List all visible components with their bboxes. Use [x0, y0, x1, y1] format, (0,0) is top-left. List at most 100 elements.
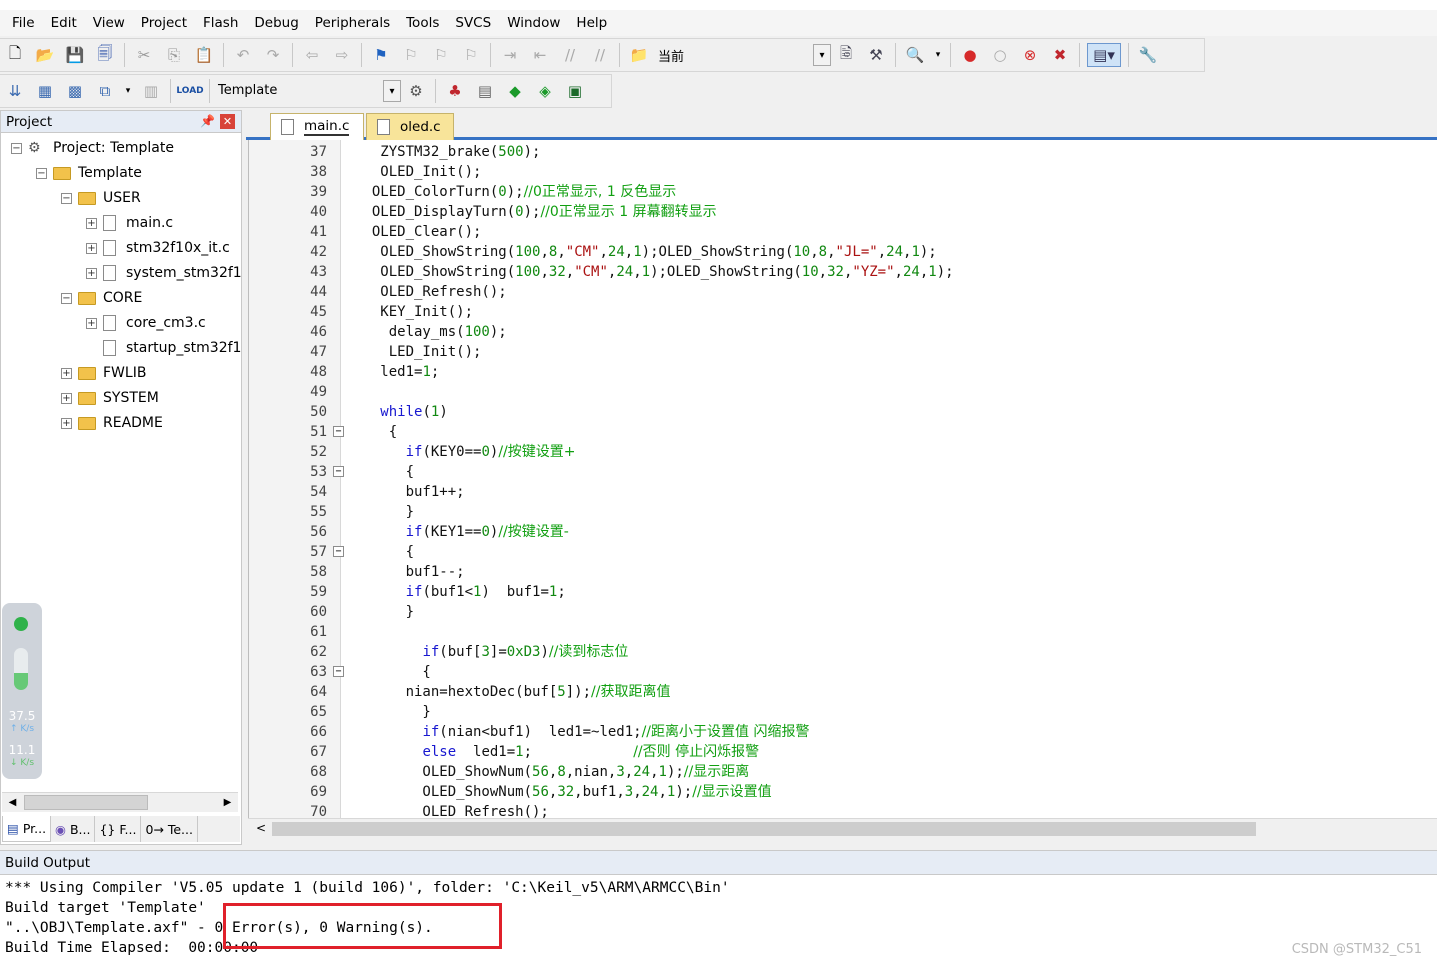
build-output-panel[interactable]: *** Using Compiler 'V5.05 update 1 (buil… [0, 874, 1437, 967]
scroll-thumb[interactable] [24, 795, 148, 810]
select-packs-icon[interactable]: ▤ [473, 79, 497, 103]
tree-target[interactable]: − Template [36, 162, 142, 184]
scroll-right-icon[interactable]: ▶ [219, 794, 236, 811]
code-line[interactable]: 64 nian=hextoDec(buf[5]);//获取距离值 [249, 682, 1437, 702]
next-bookmark-icon[interactable]: ⚐ [429, 43, 453, 67]
code-line[interactable]: 42 OLED_ShowString(100,8,"CM",24,1);OLED… [249, 242, 1437, 262]
code-line[interactable]: 44 OLED_Refresh(); [249, 282, 1437, 302]
tree-group-user[interactable]: − USER [61, 187, 141, 209]
unindent-icon[interactable]: ⇤ [528, 43, 552, 67]
code-line[interactable]: 65 } [249, 702, 1437, 722]
download-icon[interactable]: LOAD [176, 79, 203, 103]
copy-icon[interactable]: ⎘ [162, 43, 186, 67]
tab-main-c[interactable]: main.c [270, 113, 364, 140]
code-line[interactable]: 41 OLED_Clear(); [249, 222, 1437, 242]
expand-icon[interactable]: + [61, 417, 72, 429]
chevron-down-icon[interactable]: ▾ [383, 80, 401, 102]
disable-breakpoint-icon[interactable]: ○ [988, 43, 1012, 67]
new-file-icon[interactable]: 🗋 [3, 43, 27, 67]
menu-edit[interactable]: Edit [45, 15, 83, 31]
comment-icon[interactable]: // [558, 43, 582, 67]
fold-toggle-icon[interactable]: − [333, 666, 344, 677]
code-line[interactable]: 60 } [249, 602, 1437, 622]
build-icon[interactable]: ▦ [33, 79, 57, 103]
chevron-down-icon[interactable]: ▾ [123, 79, 133, 103]
expand-icon[interactable]: + [86, 317, 97, 329]
menu-peripherals[interactable]: Peripherals [309, 15, 396, 31]
find-combo[interactable] [654, 44, 814, 66]
code-line[interactable]: 67 else led1=1; //否则 停止闪烁报警 [249, 742, 1437, 762]
tree-file-main[interactable]: + main.c [86, 212, 173, 234]
editor-hscrollbar[interactable]: < [248, 818, 1437, 838]
code-line[interactable]: 69 OLED_ShowNum(56,32,buf1,3,24,1);//显示设… [249, 782, 1437, 802]
incremental-find-icon[interactable]: 🗟 [834, 43, 858, 67]
tree-group-readme[interactable]: + README [61, 412, 163, 434]
close-icon[interactable]: ✕ [220, 114, 235, 129]
menu-svcs[interactable]: SVCS [449, 15, 497, 31]
manage-runtime-icon[interactable]: ◆ [503, 79, 527, 103]
chevron-down-icon[interactable]: ▾ [933, 43, 943, 67]
menu-view[interactable]: View [87, 15, 131, 31]
tree-file-system[interactable]: + system_stm32f1 [86, 262, 242, 284]
prev-bookmark-icon[interactable]: ⚐ [399, 43, 423, 67]
tab-books[interactable]: ◉ B... [51, 816, 96, 842]
pack-installer-icon[interactable]: ◈ [533, 79, 557, 103]
manage-project-items-icon[interactable]: ♣ [443, 79, 467, 103]
tab-functions[interactable]: {} F... [95, 816, 142, 842]
tree-file-it[interactable]: + stm32f10x_it.c [86, 237, 230, 259]
code-line[interactable]: 39 OLED_ColorTurn(0);//0正常显示, 1 反色显示 [249, 182, 1437, 202]
code-line[interactable]: 54 buf1++; [249, 482, 1437, 502]
code-line[interactable]: 50 while(1) [249, 402, 1437, 422]
code-line[interactable]: 62 if(buf[3]=0xD3)//读到标志位 [249, 642, 1437, 662]
code-line[interactable]: 46 delay_ms(100); [249, 322, 1437, 342]
device-icon[interactable]: ▣ [563, 79, 587, 103]
debug-session-icon[interactable]: 🔍 [903, 43, 927, 67]
scroll-left-icon[interactable]: ◀ [4, 794, 21, 811]
paste-icon[interactable]: 📋 [192, 43, 216, 67]
target-options-icon[interactable]: ⚙ [404, 79, 428, 103]
tree-group-fwlib[interactable]: + FWLIB [61, 362, 146, 384]
save-all-icon[interactable]: 🗐 [93, 43, 117, 67]
tab-oled-c[interactable]: oled.c [366, 113, 454, 140]
code-editor[interactable]: 37 ZYSTM32_brake(500); 38 OLED_Init(); 39 … [248, 140, 1437, 818]
code-line[interactable]: 70 OLED_Refresh(); [249, 802, 1437, 818]
pin-icon[interactable]: 📌 [200, 114, 215, 128]
code-line[interactable]: 57− { [249, 542, 1437, 562]
code-line[interactable]: 53− { [249, 462, 1437, 482]
project-hscrollbar[interactable]: ◀ ▶ [2, 792, 238, 812]
kill-breakpoints-icon[interactable]: ✖ [1048, 43, 1072, 67]
expand-icon[interactable]: + [61, 392, 72, 404]
scroll-left-icon[interactable]: < [256, 821, 266, 835]
code-line[interactable]: 47 LED_Init(); [249, 342, 1437, 362]
expand-icon[interactable]: + [61, 367, 72, 379]
code-line[interactable]: 58 buf1--; [249, 562, 1437, 582]
code-line[interactable]: 56 if(KEY1==0)//按键设置- [249, 522, 1437, 542]
stop-build-icon[interactable]: ▥ [139, 79, 163, 103]
expand-icon[interactable]: + [86, 217, 97, 229]
code-line[interactable]: 51− { [249, 422, 1437, 442]
code-line[interactable]: 48 led1=1; [249, 362, 1437, 382]
tree-file-startup[interactable]: startup_stm32f1 [86, 337, 241, 359]
collapse-icon[interactable]: − [36, 167, 47, 179]
batch-build-icon[interactable]: ⧉ [93, 79, 117, 103]
tab-templates[interactable]: 0→ Te... [141, 816, 198, 842]
disable-all-breakpoints-icon[interactable]: ⊗ [1018, 43, 1042, 67]
redo-icon[interactable]: ↷ [261, 43, 285, 67]
tree-project-root[interactable]: − ⚙ Project: Template [11, 137, 174, 159]
cut-icon[interactable]: ✂ [132, 43, 156, 67]
tree-group-system[interactable]: + SYSTEM [61, 387, 159, 409]
code-line[interactable]: 63− { [249, 662, 1437, 682]
menu-flash[interactable]: Flash [197, 15, 244, 31]
code-line[interactable]: 68 OLED_ShowNum(56,8,nian,3,24,1);//显示距离 [249, 762, 1437, 782]
collapse-icon[interactable]: − [61, 192, 72, 204]
indent-icon[interactable]: ⇥ [498, 43, 522, 67]
menu-tools[interactable]: Tools [400, 15, 445, 31]
menu-debug[interactable]: Debug [248, 15, 304, 31]
code-line[interactable]: 59 if(buf1<1) buf1=1; [249, 582, 1437, 602]
rebuild-icon[interactable]: ▩ [63, 79, 87, 103]
navigate-back-icon[interactable]: ⇦ [300, 43, 324, 67]
scroll-thumb[interactable] [272, 822, 1256, 836]
open-file-icon[interactable]: 📂 [33, 43, 57, 67]
menu-help[interactable]: Help [570, 15, 613, 31]
tab-project[interactable]: ▤ Pr... [2, 816, 52, 842]
